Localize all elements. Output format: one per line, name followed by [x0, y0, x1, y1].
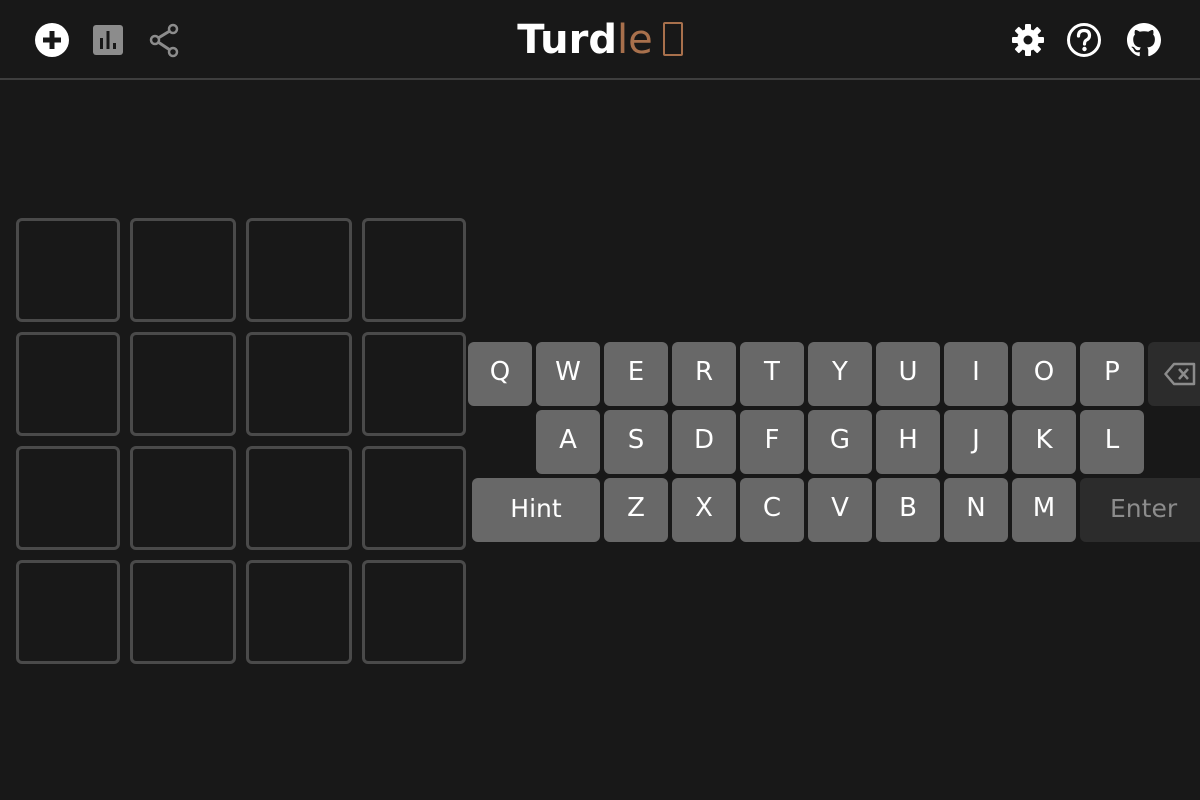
- board-tile: [16, 332, 120, 436]
- key-m[interactable]: M: [1012, 478, 1076, 542]
- key-g[interactable]: G: [808, 410, 872, 474]
- board-tile: [246, 218, 352, 322]
- backspace-key[interactable]: [1148, 342, 1200, 406]
- game-board: [16, 218, 466, 664]
- board-tile: [362, 218, 466, 322]
- key-h[interactable]: H: [876, 410, 940, 474]
- board-tile: [16, 446, 120, 550]
- hint-button[interactable]: Hint: [472, 478, 600, 542]
- board-tile: [130, 218, 236, 322]
- key-u[interactable]: U: [876, 342, 940, 406]
- gear-icon: [1012, 24, 1044, 56]
- title-light-part: le: [617, 17, 653, 63]
- key-b[interactable]: B: [876, 478, 940, 542]
- key-s[interactable]: S: [604, 410, 668, 474]
- key-d[interactable]: D: [672, 410, 736, 474]
- key-l[interactable]: L: [1080, 410, 1144, 474]
- key-e[interactable]: E: [604, 342, 668, 406]
- enter-key[interactable]: Enter: [1080, 478, 1200, 542]
- key-c[interactable]: C: [740, 478, 804, 542]
- title-bold-part: Turd: [517, 17, 617, 63]
- key-a[interactable]: A: [536, 410, 600, 474]
- board-tile: [362, 446, 466, 550]
- key-q[interactable]: Q: [468, 342, 532, 406]
- help-button[interactable]: [1064, 20, 1104, 60]
- title-mark-icon: [662, 22, 683, 56]
- board-tile: [130, 332, 236, 436]
- key-j[interactable]: J: [944, 410, 1008, 474]
- backspace-icon: [1164, 362, 1196, 386]
- key-i[interactable]: I: [944, 342, 1008, 406]
- board-tile: [246, 332, 352, 436]
- key-x[interactable]: X: [672, 478, 736, 542]
- key-z[interactable]: Z: [604, 478, 668, 542]
- key-n[interactable]: N: [944, 478, 1008, 542]
- board-tile: [246, 446, 352, 550]
- board-tile: [130, 560, 236, 664]
- github-icon: [1127, 23, 1161, 57]
- github-button[interactable]: [1124, 20, 1164, 60]
- key-y[interactable]: Y: [808, 342, 872, 406]
- board-tile: [16, 560, 120, 664]
- help-icon: [1067, 23, 1101, 57]
- key-w[interactable]: W: [536, 342, 600, 406]
- board-tile: [16, 218, 120, 322]
- key-p[interactable]: P: [1080, 342, 1144, 406]
- key-r[interactable]: R: [672, 342, 736, 406]
- key-t[interactable]: T: [740, 342, 804, 406]
- board-tile: [246, 560, 352, 664]
- key-o[interactable]: O: [1012, 342, 1076, 406]
- settings-button[interactable]: [1008, 20, 1048, 60]
- board-tile: [130, 446, 236, 550]
- board-tile: [362, 560, 466, 664]
- key-f[interactable]: F: [740, 410, 804, 474]
- key-k[interactable]: K: [1012, 410, 1076, 474]
- key-v[interactable]: V: [808, 478, 872, 542]
- board-tile: [362, 332, 466, 436]
- app-header: Turdle: [0, 0, 1200, 80]
